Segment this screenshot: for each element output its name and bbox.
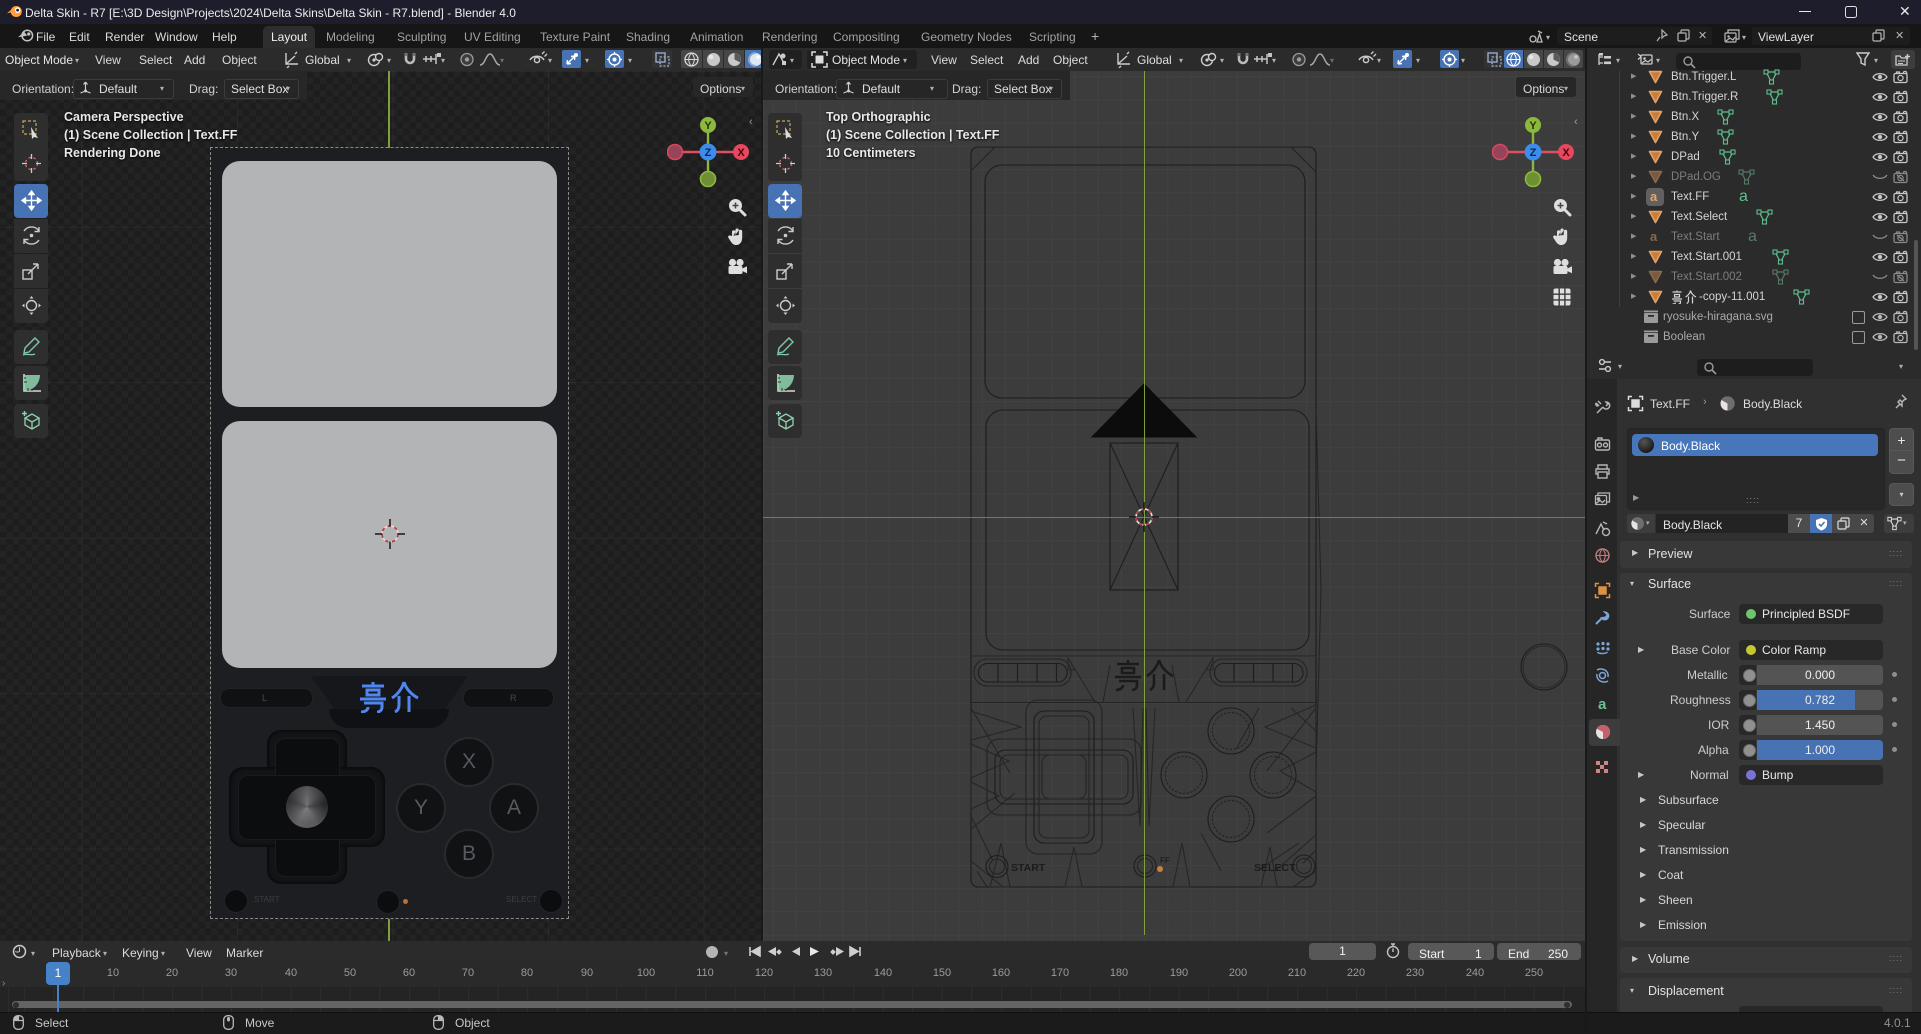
svg-text:FF: FF xyxy=(1160,856,1170,865)
svg-text:SELECT: SELECT xyxy=(1254,862,1296,874)
svg-text:Z: Z xyxy=(705,147,712,159)
svg-text:Y: Y xyxy=(1529,120,1537,132)
svg-text:X: X xyxy=(1562,147,1570,159)
svg-text:Z: Z xyxy=(1530,147,1537,159)
svg-text:Y: Y xyxy=(704,120,712,132)
svg-text:START: START xyxy=(1011,862,1046,874)
svg-text:X: X xyxy=(737,147,745,159)
